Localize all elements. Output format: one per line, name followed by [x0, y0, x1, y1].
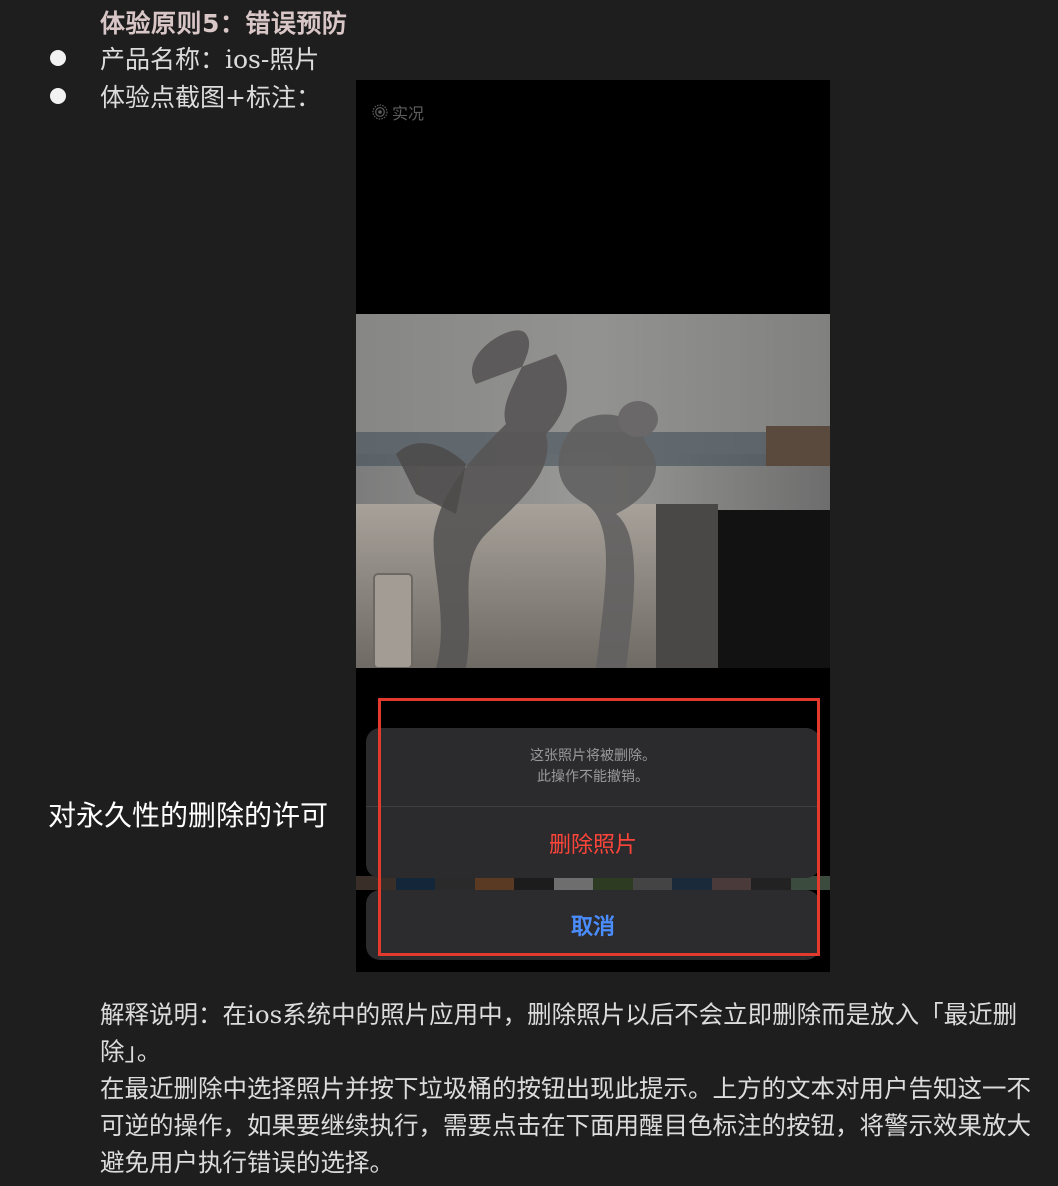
- action-sheet: 这张照片将被删除。 此操作不能撤销。 删除照片: [366, 728, 820, 878]
- delete-photo-button[interactable]: 删除照片: [366, 807, 820, 878]
- explanation-paragraph: 在最近删除中选择照片并按下垃圾桶的按钮出现此提示。上方的文本对用户告知这一不可逆…: [100, 1074, 1031, 1177]
- photo-image: [356, 314, 830, 668]
- action-sheet-message: 这张照片将被删除。 此操作不能撤销。: [366, 728, 820, 807]
- explanation-paragraph: 解释说明：在ios系统中的照片应用中，删除照片以后不会立即删除而是放入「最近删除…: [100, 1000, 1018, 1066]
- phone-screenshot: 实况 这张照片将被删除。 此操作不能撤销。 删除照片 取消: [356, 80, 830, 972]
- bullet-text: 产品名称：ios-照片: [100, 45, 320, 74]
- bullet-dot-icon: [50, 88, 66, 104]
- live-photo-badge: 实况: [372, 100, 424, 124]
- annotation-label: 对永久性的删除的许可: [48, 799, 329, 832]
- action-sheet-message-line: 这张照片将被删除。: [530, 748, 656, 764]
- cancel-button[interactable]: 取消: [366, 890, 820, 960]
- explanation-text: 解释说明：在ios系统中的照片应用中，删除照片以后不会立即删除而是放入「最近删除…: [100, 996, 1050, 1181]
- live-photo-icon: [372, 104, 388, 120]
- thumbnail-strip: [356, 876, 830, 890]
- section-heading: 体验原则5：错误预防: [100, 9, 348, 38]
- bullet-dot-icon: [50, 50, 66, 66]
- action-sheet-message-line: 此操作不能撤销。: [537, 769, 649, 785]
- bullet-text: 体验点截图+标注：: [100, 83, 321, 112]
- live-photo-label: 实况: [392, 104, 425, 123]
